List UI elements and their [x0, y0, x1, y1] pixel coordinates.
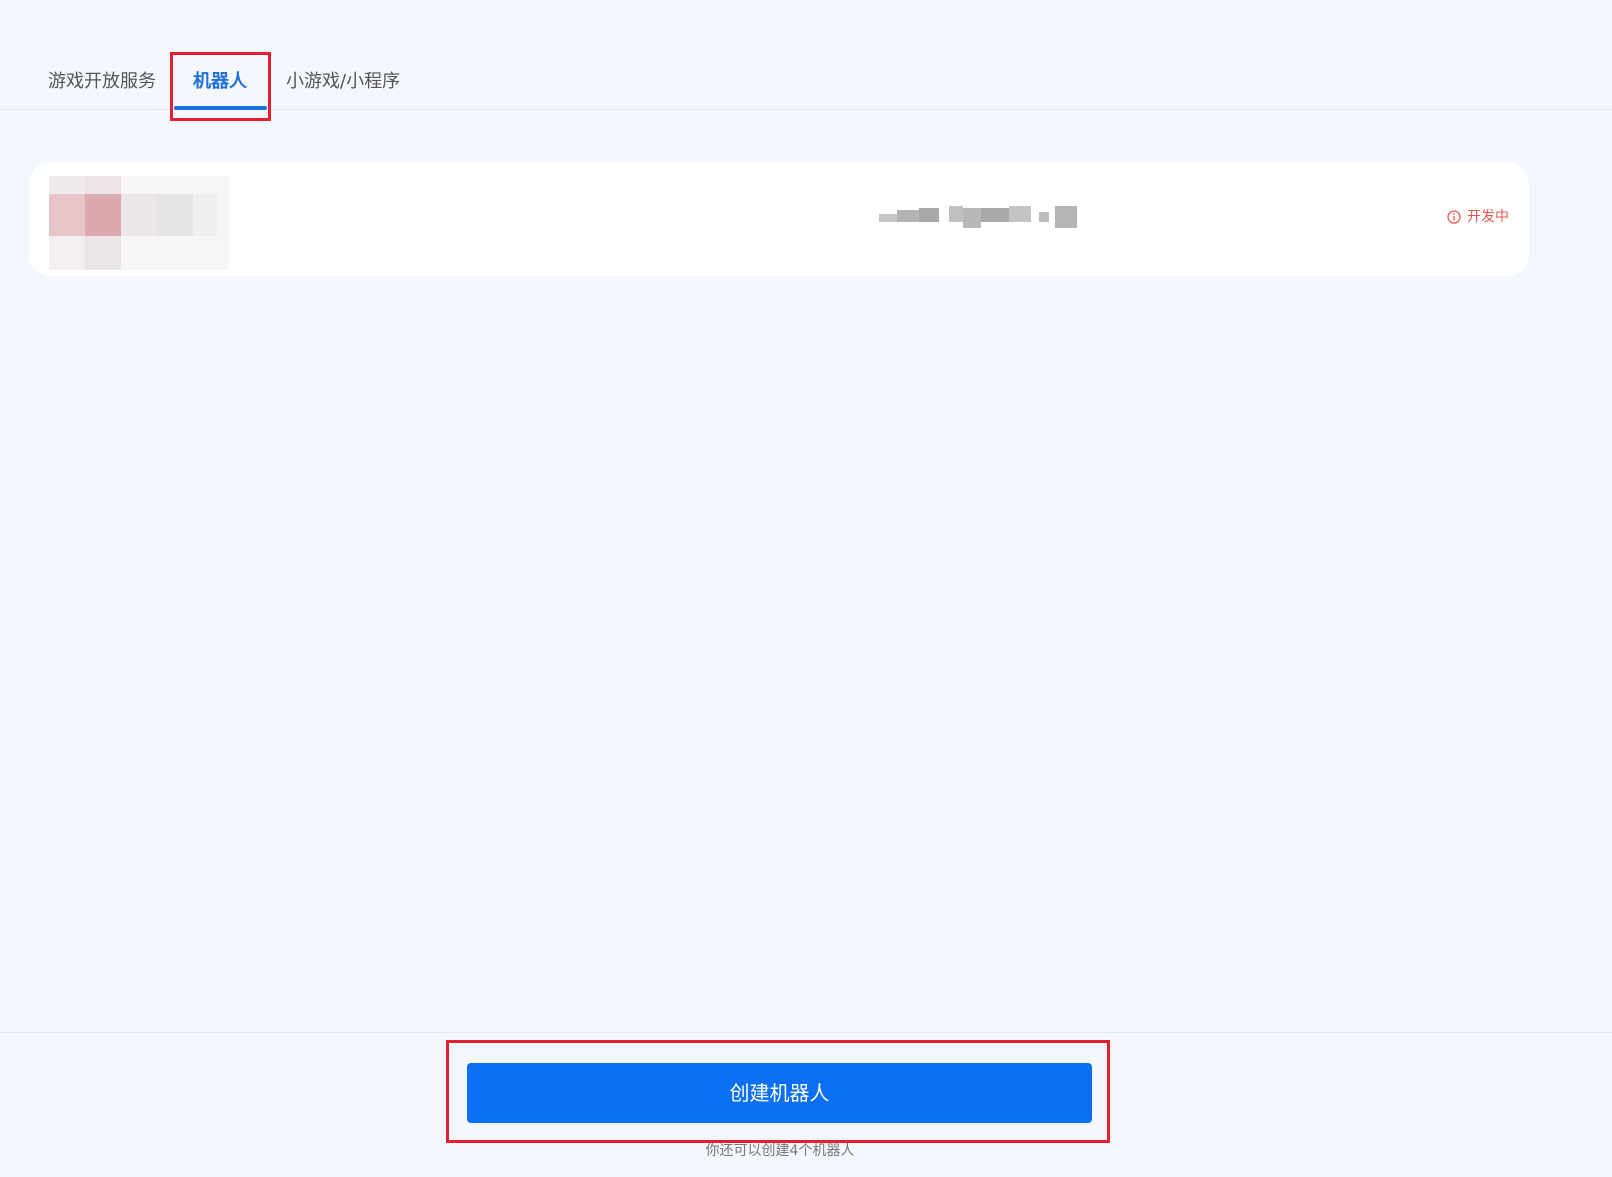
bot-avatar: [49, 176, 229, 270]
status-badge: 开发中: [1447, 207, 1509, 227]
tab-bots[interactable]: 机器人: [193, 70, 247, 94]
create-bot-button[interactable]: 创建机器人: [467, 1063, 1092, 1123]
bot-management-page: 游戏开放服务 机器人 小游戏/小程序 开发中 创建机器人 你还可以创建4个机器人: [0, 0, 1612, 1177]
footer-divider: [0, 1032, 1612, 1033]
tab-bar: 游戏开放服务 机器人 小游戏/小程序: [0, 0, 1612, 110]
active-tab-indicator: [174, 106, 267, 110]
tab-game-open-services[interactable]: 游戏开放服务: [48, 70, 156, 94]
tab-mini-games[interactable]: 小游戏/小程序: [286, 70, 400, 94]
status-label: 开发中: [1467, 209, 1509, 225]
bot-card[interactable]: 开发中: [29, 162, 1529, 276]
bot-quota-text: 你还可以创建4个机器人: [705, 1143, 855, 1159]
info-icon: [1447, 210, 1461, 224]
bot-name-redacted: [879, 206, 1081, 230]
